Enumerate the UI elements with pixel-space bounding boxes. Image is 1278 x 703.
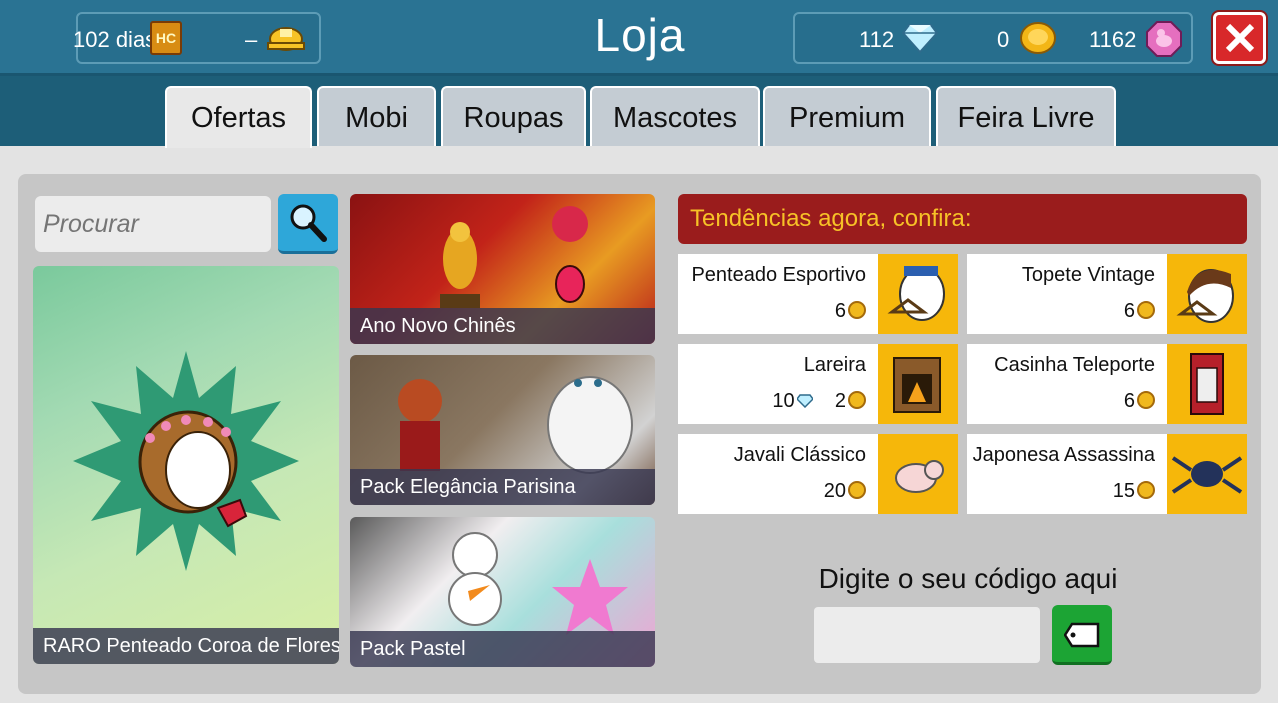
page-title: Loja [594,9,686,61]
promo-label: Ano Novo Chinês [350,308,655,344]
ducket-icon [1146,21,1182,57]
pink-star-icon [552,559,628,635]
item-name: Lareira [803,354,866,376]
flower-crown-hair-icon [138,410,248,528]
tab-mascotes[interactable]: Mascotes [590,86,760,146]
search-icon [290,204,327,242]
diamond-icon [796,394,813,408]
trending-item[interactable]: Japonesa Assassina 15 [967,434,1247,514]
pig-icon [895,460,944,493]
item-thumbnail [1167,254,1247,334]
item-thumbnail [878,254,958,334]
credit-coin-icon [848,391,866,409]
fireplace-icon [893,357,941,413]
item-price: 6 [1124,390,1155,412]
item-thumbnail [1167,434,1247,514]
diamonds-count: 112 [859,27,895,52]
item-price: 10 2 [772,390,866,412]
credit-coin-icon [1020,22,1056,54]
trending-header: Tendências agora, confira: [678,194,1247,244]
close-button[interactable] [1213,12,1266,64]
item-name: Japonesa Assassina [972,444,1155,466]
header-bar: 102 dias – HC Loja 112 0 1162 Ofertas Mo… [0,0,1278,148]
promo-card-elegancia[interactable]: Pack Elegância Parisina [350,355,655,505]
snowman-bunny-icon [448,532,502,626]
credit-coin-icon [1137,391,1155,409]
hair-icon [887,266,945,321]
item-name: Penteado Esportivo [691,264,866,286]
builders-club-value: – [245,27,258,52]
spider-icon [1171,456,1243,494]
item-price: 15 [1113,480,1155,502]
item-thumbnail [878,344,958,424]
avatar-figure-icon [398,379,442,471]
search-button[interactable] [278,194,338,254]
tab-feira-livre[interactable]: Feira Livre [936,86,1116,146]
duckets-count: 1162 [1089,27,1137,52]
voucher-code-label: Digite o seu código aqui [818,563,1118,594]
item-thumbnail [1167,344,1247,424]
trending-item[interactable]: Lareira 10 2 [678,344,958,424]
teleport-booth-icon [1190,353,1224,415]
gold-ox-statue-icon [440,222,480,308]
promo-label: Pack Elegância Parisina [350,469,655,505]
item-name: Topete Vintage [1021,264,1155,286]
tab-ofertas[interactable]: Ofertas [165,86,312,148]
voucher-code-input[interactable] [814,607,1040,663]
redeem-code-button[interactable] [1052,605,1112,665]
item-price: 6 [1124,300,1155,322]
item-name: Javali Clássico [733,444,866,466]
item-name: Casinha Teleporte [994,354,1155,376]
item-price: 20 [824,480,866,502]
club-days: 102 dias [73,27,157,52]
item-thumbnail [878,434,958,514]
vase-icon [552,206,588,303]
credit-coin-icon [1137,481,1155,499]
trending-item[interactable]: Casinha Teleporte 6 [967,344,1247,424]
close-icon [1225,23,1255,53]
currency-box: 112 0 1162 [793,12,1193,64]
promo-label: Pack Pastel [350,631,655,667]
club-status-box: 102 dias – [73,12,321,64]
item-price: 6 [835,300,866,322]
credit-coin-icon [848,481,866,499]
credits-count: 0 [997,27,1010,52]
tab-mobi[interactable]: Mobi [317,86,436,146]
featured-offer-label: RARO Penteado Coroa de Flores [33,628,339,664]
habbo-club-icon: HC [150,21,182,55]
white-cat-icon [547,376,633,474]
search-input[interactable] [35,196,271,252]
promo-card-ano-novo[interactable]: Ano Novo Chinês [350,194,655,344]
credit-coin-icon [848,301,866,319]
hair-icon [1176,269,1234,323]
tab-roupas[interactable]: Roupas [441,86,586,146]
hardhat-icon [267,27,305,51]
promo-card-pastel[interactable]: Pack Pastel [350,517,655,667]
trending-item[interactable]: Penteado Esportivo 6 [678,254,958,334]
credit-coin-icon [1137,301,1155,319]
diamond-icon [901,24,939,54]
tag-icon [1064,622,1100,648]
tab-premium[interactable]: Premium [763,86,931,146]
trending-item[interactable]: Topete Vintage 6 [967,254,1247,334]
featured-offer-card[interactable]: RARO Penteado Coroa de Flores [33,266,339,664]
trending-item[interactable]: Javali Clássico 20 [678,434,958,514]
